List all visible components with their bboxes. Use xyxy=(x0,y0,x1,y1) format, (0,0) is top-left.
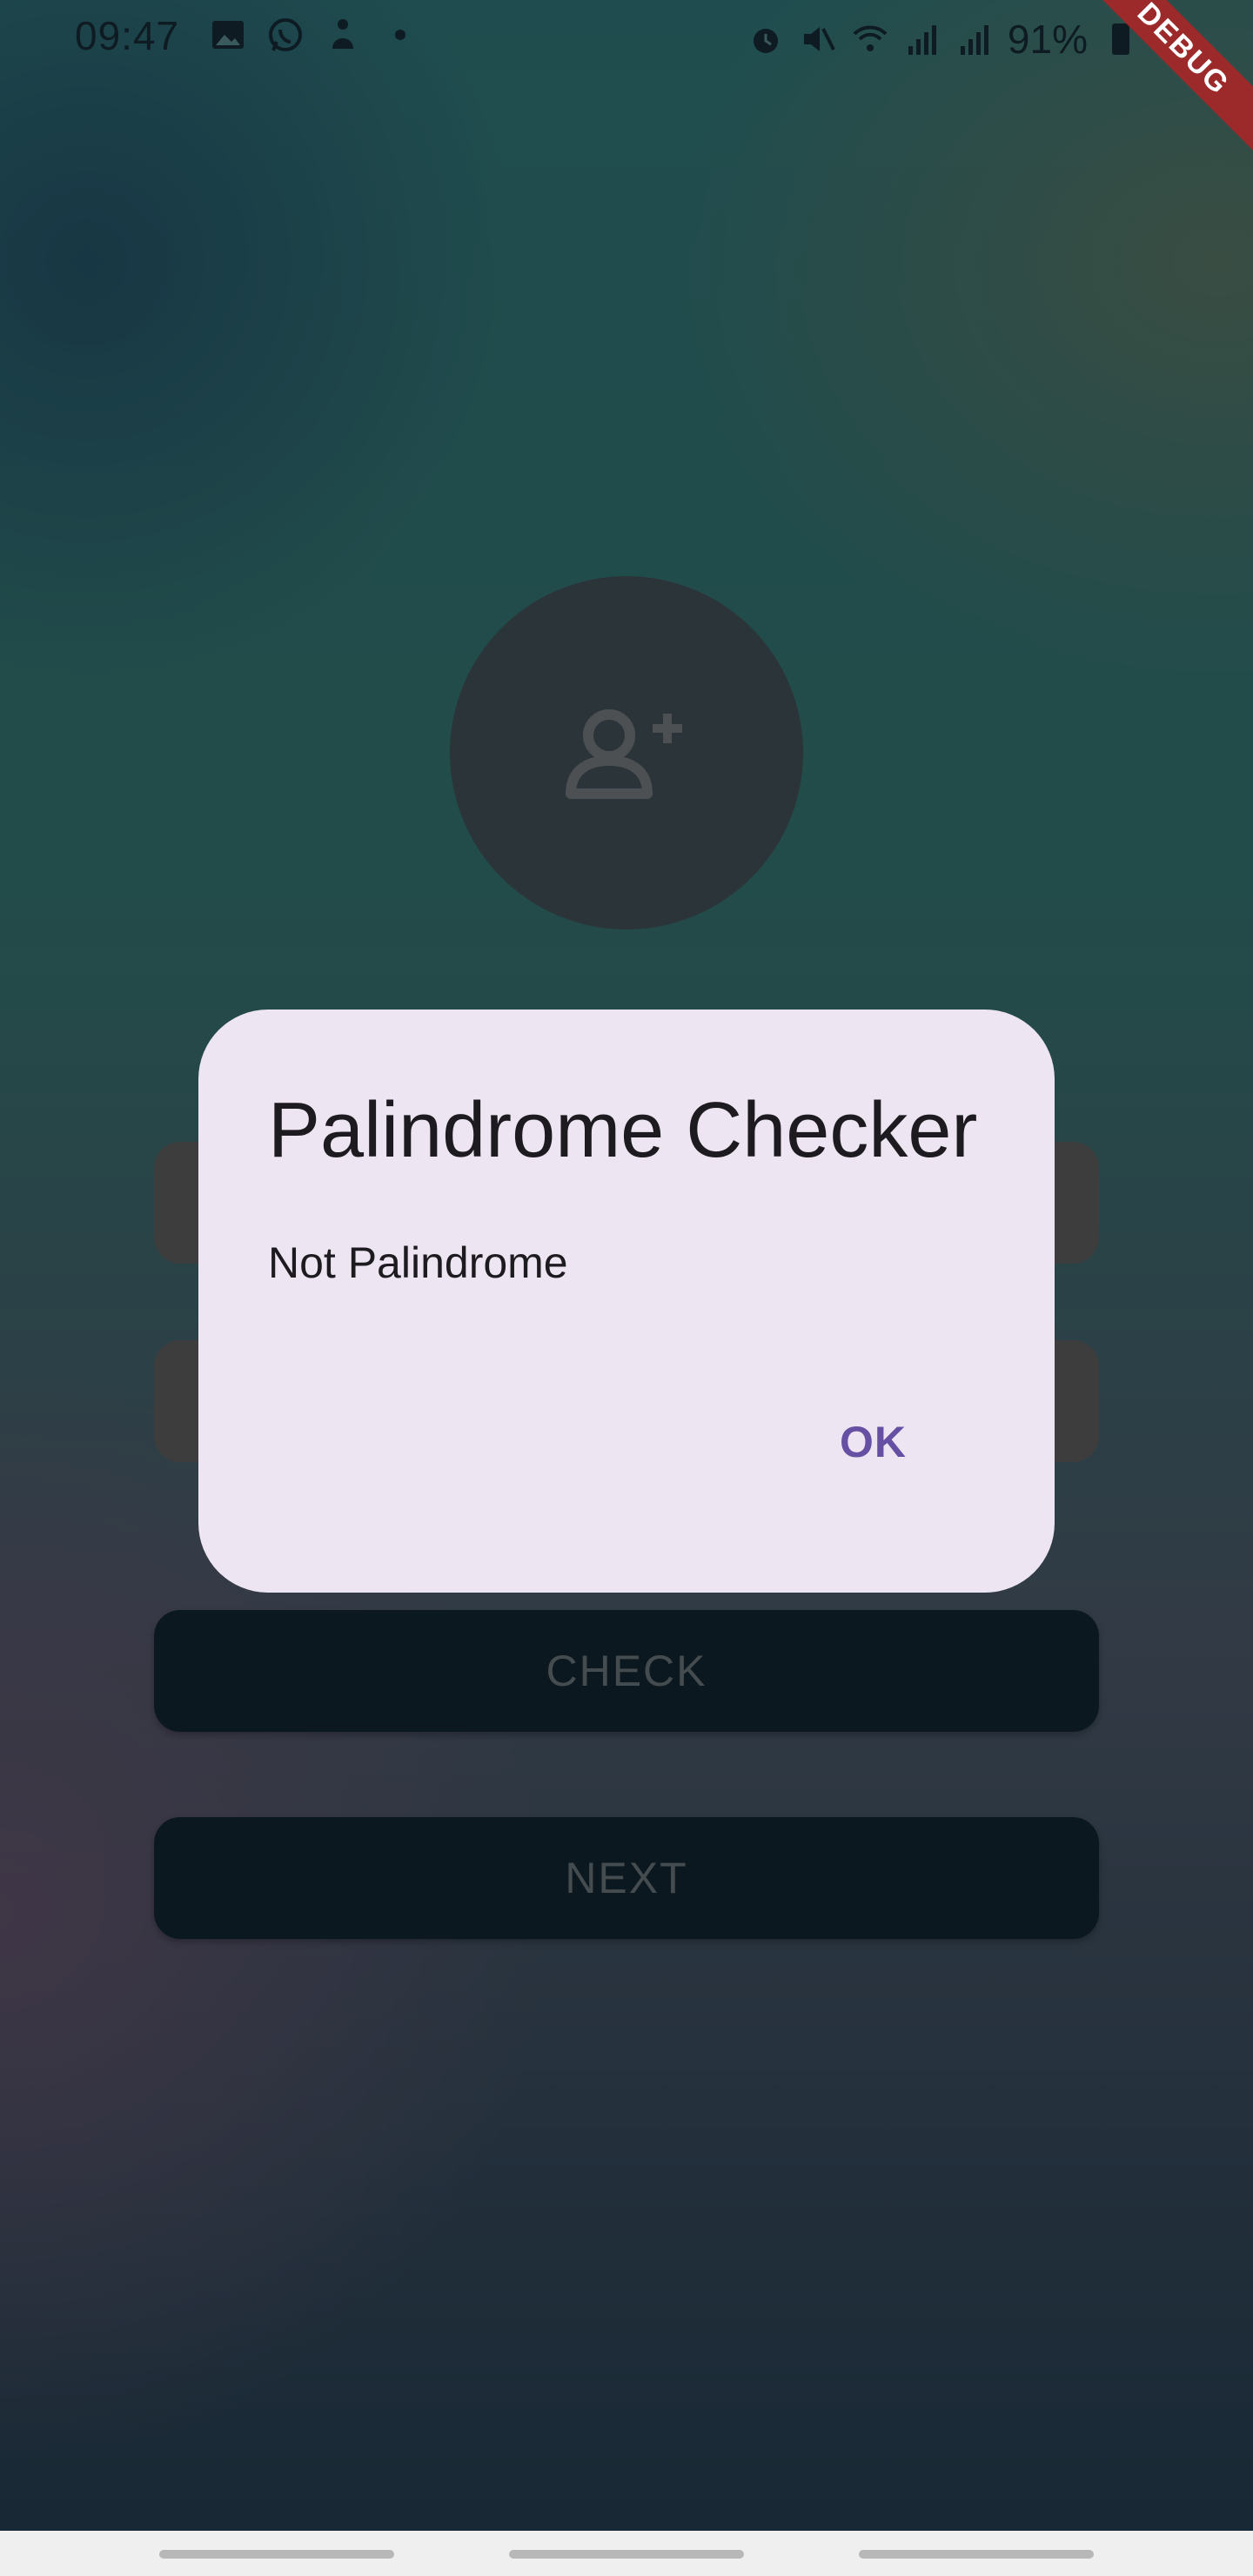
nav-home-button[interactable] xyxy=(509,2550,744,2559)
nav-recent-button[interactable] xyxy=(159,2550,394,2559)
status-bar: 09:47 91% xyxy=(0,0,1253,75)
navigation-bar xyxy=(0,2531,1253,2576)
dialog-title: Palindrome Checker xyxy=(268,1087,978,1174)
app-notification-icon xyxy=(332,19,353,49)
image-icon xyxy=(212,21,244,49)
signal-icon xyxy=(908,25,936,55)
battery-percent: 91% xyxy=(1007,17,1088,62)
alarm-icon xyxy=(753,29,778,53)
whatsapp-icon xyxy=(269,18,302,51)
mute-icon xyxy=(803,27,835,51)
nav-back-button[interactable] xyxy=(859,2550,1094,2559)
status-time: 09:47 xyxy=(75,13,180,58)
wifi-icon xyxy=(853,25,888,51)
dialog-message: Not Palindrome xyxy=(268,1238,568,1287)
signal-icon xyxy=(960,25,988,55)
dot-icon xyxy=(395,30,405,40)
ok-button[interactable]: OK xyxy=(822,1408,924,1476)
alert-dialog: Palindrome Checker Not Palindrome OK xyxy=(198,1010,1055,1593)
